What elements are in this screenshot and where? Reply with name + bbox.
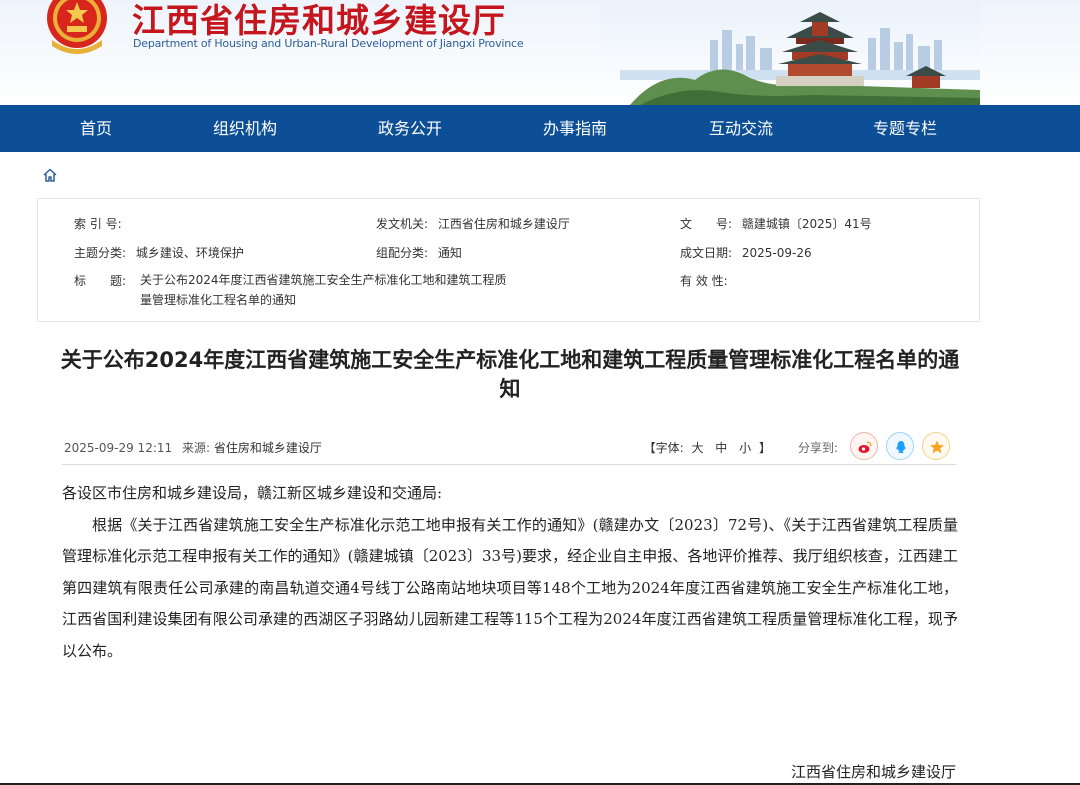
meta-index-label: 索 引 号: xyxy=(74,217,122,231)
meta-date: 成文日期: 2025-09-26 xyxy=(680,244,812,261)
font-large-button[interactable]: 大 xyxy=(691,441,703,455)
share-qzone-button[interactable] xyxy=(922,432,950,460)
font-size-control: 【字体: 大 中 小 】 xyxy=(644,439,771,456)
meta-issuer-label: 发文机关: xyxy=(376,217,429,231)
weibo-icon xyxy=(858,441,872,453)
meta-doc-number-value: 赣建城镇〔2025〕41号 xyxy=(741,217,872,231)
meta-issuer-value: 江西省住房和城乡建设厅 xyxy=(437,217,570,231)
meta-date-value: 2025-09-26 xyxy=(741,246,812,260)
nav-item-home[interactable]: 首页 xyxy=(36,105,156,152)
signature: 江西省住房和城乡建设厅 xyxy=(790,763,956,781)
meta-category-value: 通知 xyxy=(437,246,462,260)
nav-item-interaction[interactable]: 互动交流 xyxy=(681,105,801,152)
meta-category: 组配分类: 通知 xyxy=(376,244,462,261)
document-metadata: 索 引 号: 发文机关: 江西省住房和城乡建设厅 文 号: 赣建城镇〔2025〕… xyxy=(37,198,980,322)
salutation: 各设区市住房和城乡建设局，赣江新区城乡建设和交通局: xyxy=(62,484,443,502)
font-label-open: 【字体: xyxy=(643,441,684,455)
meta-doc-number: 文 号: 赣建城镇〔2025〕41号 xyxy=(680,215,872,232)
nav-item-government-affairs[interactable]: 政务公开 xyxy=(350,105,470,152)
national-emblem-icon xyxy=(47,0,107,54)
home-icon[interactable] xyxy=(42,167,58,183)
share-weibo-button[interactable] xyxy=(850,432,878,460)
share-qq-button[interactable] xyxy=(886,432,914,460)
publish-datetime: 2025-09-29 12:11 xyxy=(64,441,173,455)
nav-item-service-guide[interactable]: 办事指南 xyxy=(515,105,635,152)
article-source-info: 2025-09-29 12:11 来源: 省住房和城乡建设厅 xyxy=(64,439,322,456)
body-paragraph: 根据《关于江西省建筑施工安全生产标准化示范工地申报有关工作的通知》(赣建办文〔2… xyxy=(62,515,958,660)
article-info-bar: 2025-09-29 12:11 来源: 省住房和城乡建设厅 【字体: 大 中 … xyxy=(62,430,956,465)
site-title: 江西省住房和城乡建设厅 xyxy=(132,1,506,40)
qzone-icon xyxy=(930,440,944,454)
share-label: 分享到: xyxy=(797,441,838,455)
meta-title: 标 题: 关于公布2024年度江西省建筑施工安全生产标准化工地和建筑工程质量管理… xyxy=(74,272,544,310)
meta-title-value: 关于公布2024年度江西省建筑施工安全生产标准化工地和建筑工程质量管理标准化工程… xyxy=(140,273,507,307)
source-label: 来源: xyxy=(181,441,211,455)
meta-category-label: 组配分类: xyxy=(376,246,429,260)
meta-title-label: 标 题: xyxy=(74,274,127,288)
article-title: 关于公布2024年度江西省建筑施工安全生产标准化工地和建筑工程质量管理标准化工程… xyxy=(60,348,960,401)
font-medium-button[interactable]: 中 xyxy=(715,441,727,455)
source-value: 省住房和城乡建设厅 xyxy=(213,441,322,455)
font-label-close: 】 xyxy=(758,441,771,455)
city-skyline-illustration xyxy=(600,0,980,105)
meta-issuer: 发文机关: 江西省住房和城乡建设厅 xyxy=(376,215,570,232)
meta-topic: 主题分类: 城乡建设、环境保护 xyxy=(74,244,244,261)
meta-doc-number-label: 文 号: xyxy=(680,217,733,231)
site-header: 江西省住房和城乡建设厅 Department of Housing and Ur… xyxy=(0,0,1080,105)
meta-validity-label: 有 效 性: xyxy=(680,274,728,288)
font-small-button[interactable]: 小 xyxy=(739,441,751,455)
meta-topic-value: 城乡建设、环境保护 xyxy=(135,246,244,260)
qq-icon xyxy=(896,441,906,453)
nav-item-organization[interactable]: 组织机构 xyxy=(185,105,305,152)
meta-validity: 有 效 性: xyxy=(680,272,728,289)
meta-index: 索 引 号: xyxy=(74,215,122,232)
site-subtitle: Department of Housing and Urban-Rural De… xyxy=(133,37,524,50)
main-nav: 首页 组织机构 政务公开 办事指南 互动交流 专题专栏 xyxy=(0,105,1080,152)
meta-date-label: 成文日期: xyxy=(680,246,733,260)
article-body: 各设区市住房和城乡建设局，赣江新区城乡建设和交通局: 根据《关于江西省建筑施工安… xyxy=(62,478,958,667)
nav-item-special-topics[interactable]: 专题专栏 xyxy=(845,105,965,152)
meta-topic-label: 主题分类: xyxy=(74,246,127,260)
